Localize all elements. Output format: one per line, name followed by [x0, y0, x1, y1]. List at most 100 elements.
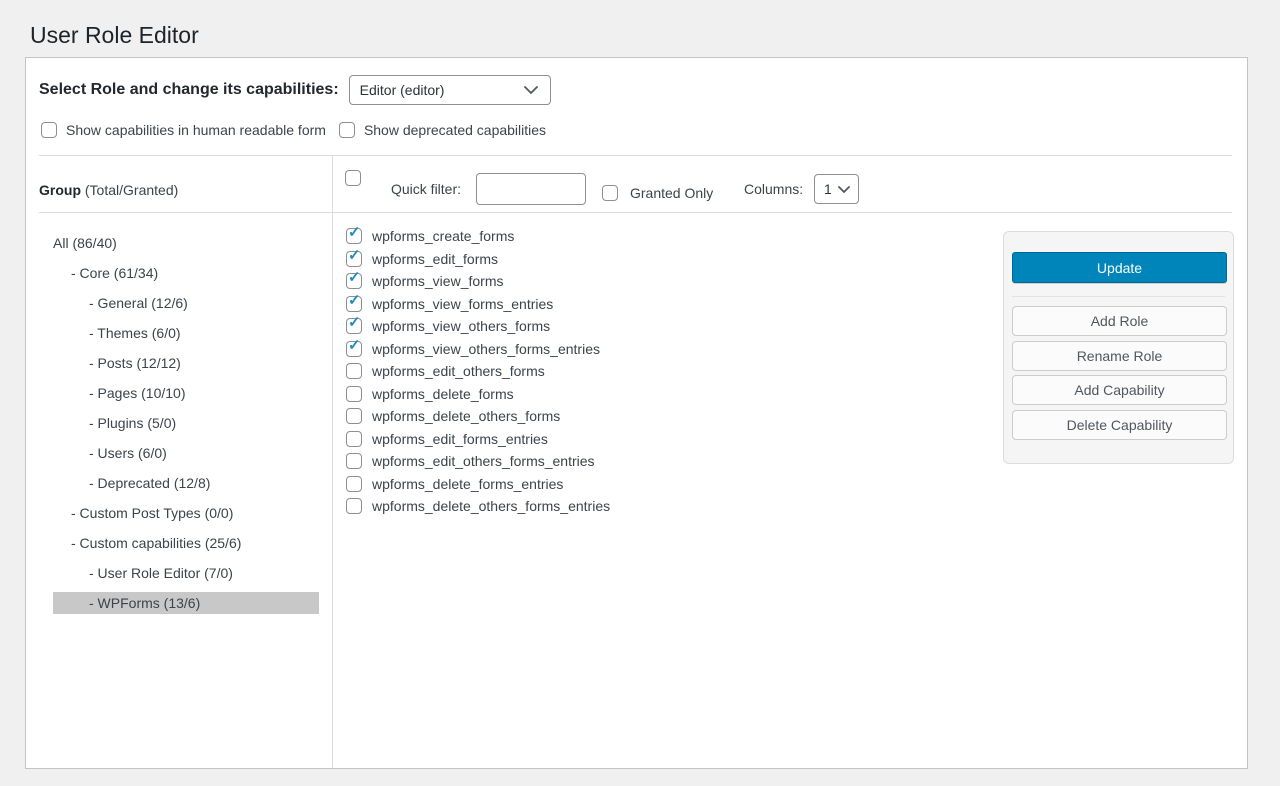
capability-row: wpforms_edit_others_forms [346, 360, 610, 383]
group-tree-item-label: - General (12/6) [89, 295, 188, 311]
show-deprecated-label: Show deprecated capabilities [364, 122, 546, 138]
human-readable-label: Show capabilities in human readable form [66, 122, 326, 138]
group-tree-item-label: All (86/40) [53, 235, 117, 251]
group-tree-item-label: - Users (6/0) [89, 445, 167, 461]
group-tree-item[interactable]: - Core (61/34) [53, 258, 319, 288]
group-tree-item-label: - Custom capabilities (25/6) [71, 535, 241, 551]
capability-label: wpforms_edit_others_forms [372, 363, 545, 379]
main-panel: Select Role and change its capabilities:… [25, 57, 1248, 769]
display-options-row: Show capabilities in human readable form… [41, 122, 559, 138]
group-tree-item[interactable]: - Pages (10/10) [53, 378, 319, 408]
capability-row: wpforms_view_forms [346, 270, 610, 293]
group-tree-item-label: - Core (61/34) [71, 265, 158, 281]
group-tree-item[interactable]: - Themes (6/0) [53, 318, 319, 348]
capability-row: wpforms_delete_forms_entries [346, 473, 610, 496]
group-tree-item[interactable]: - General (12/6) [53, 288, 319, 318]
columns-select-value: 1 [824, 181, 832, 197]
quick-filter-input[interactable] [476, 173, 586, 205]
role-selector-label: Select Role and change its capabilities: [39, 81, 339, 99]
capability-row: wpforms_delete_forms [346, 383, 610, 406]
capability-checkbox[interactable] [346, 431, 362, 447]
capability-checkbox[interactable] [346, 363, 362, 379]
group-tree-item-label: - User Role Editor (7/0) [89, 565, 233, 581]
capability-label: wpforms_edit_forms [372, 251, 498, 267]
capability-checkbox[interactable] [346, 386, 362, 402]
capability-row: wpforms_edit_forms_entries [346, 428, 610, 451]
granted-only-label: Granted Only [630, 185, 713, 201]
human-readable-checkbox[interactable] [41, 122, 57, 138]
rename-role-button[interactable]: Rename Role [1012, 341, 1227, 371]
group-header: Group (Total/Granted) [39, 182, 178, 198]
update-button[interactable]: Update [1012, 252, 1227, 283]
capability-row: wpforms_edit_others_forms_entries [346, 450, 610, 473]
granted-only-checkbox[interactable] [602, 185, 618, 201]
capability-checkbox[interactable] [346, 476, 362, 492]
capability-checkbox[interactable] [346, 251, 362, 267]
capability-label: wpforms_edit_others_forms_entries [372, 453, 595, 469]
actions-panel: Update Add Role Rename Role Add Capability… [1003, 231, 1234, 464]
add-role-button[interactable]: Add Role [1012, 306, 1227, 336]
group-tree-item[interactable]: - User Role Editor (7/0) [53, 558, 319, 588]
capability-label: wpforms_delete_others_forms [372, 408, 560, 424]
columns-select[interactable]: 1 [814, 174, 859, 204]
capability-row: wpforms_view_others_forms [346, 315, 610, 338]
capability-checkbox[interactable] [346, 273, 362, 289]
role-select[interactable]: Editor (editor) [349, 75, 551, 105]
group-tree-item[interactable]: - Custom capabilities (25/6) [53, 528, 319, 558]
group-tree-item[interactable]: - Plugins (5/0) [53, 408, 319, 438]
delete-capability-button[interactable]: Delete Capability [1012, 410, 1227, 440]
capability-label: wpforms_delete_others_forms_entries [372, 498, 610, 514]
group-tree-item-label: - Pages (10/10) [89, 385, 186, 401]
group-tree-item[interactable]: - WPForms (13/6) [53, 588, 319, 618]
chevron-down-icon [524, 86, 538, 94]
group-tree-item-label: - Themes (6/0) [89, 325, 181, 341]
capability-row: wpforms_create_forms [346, 225, 610, 248]
divider [39, 155, 1232, 156]
capability-label: wpforms_view_forms_entries [372, 296, 553, 312]
columns-label: Columns: [744, 181, 803, 197]
group-header-bold: Group [39, 182, 81, 198]
add-capability-button[interactable]: Add Capability [1012, 375, 1227, 405]
option-human-readable: Show capabilities in human readable form [41, 122, 326, 138]
capability-row: wpforms_delete_others_forms [346, 405, 610, 428]
capability-checkbox[interactable] [346, 498, 362, 514]
capability-row: wpforms_view_forms_entries [346, 293, 610, 316]
chevron-down-icon [838, 186, 850, 193]
select-all-checkbox[interactable] [345, 170, 361, 186]
group-tree: All (86/40) - Core (61/34) - General (12… [26, 212, 332, 618]
divider [1012, 296, 1225, 297]
group-tree-item[interactable]: - Deprecated (12/8) [53, 468, 319, 498]
group-tree-item[interactable]: - Users (6/0) [53, 438, 319, 468]
capability-checkbox[interactable] [346, 296, 362, 312]
capability-checkbox[interactable] [346, 341, 362, 357]
capability-row: wpforms_edit_forms [346, 248, 610, 271]
capability-checkbox[interactable] [346, 453, 362, 469]
capability-checkbox[interactable] [346, 408, 362, 424]
capability-row: wpforms_view_others_forms_entries [346, 338, 610, 361]
group-tree-item-label: - Posts (12/12) [89, 355, 181, 371]
group-tree-item[interactable]: - Custom Post Types (0/0) [53, 498, 319, 528]
capability-label: wpforms_create_forms [372, 228, 514, 244]
capability-label: wpforms_delete_forms_entries [372, 476, 563, 492]
group-tree-item-label: - Custom Post Types (0/0) [71, 505, 233, 521]
group-tree-item-label: - Deprecated (12/8) [89, 475, 210, 491]
capability-label: wpforms_edit_forms_entries [372, 431, 548, 447]
capability-label: wpforms_view_forms [372, 273, 503, 289]
group-tree-item-label: - WPForms (13/6) [89, 595, 200, 611]
group-tree-item-label: - Plugins (5/0) [89, 415, 176, 431]
capability-label: wpforms_view_others_forms [372, 318, 550, 334]
capability-checkbox[interactable] [346, 318, 362, 334]
capability-row: wpforms_delete_others_forms_entries [346, 495, 610, 518]
group-header-note: (Total/Granted) [81, 182, 178, 198]
capability-label: wpforms_delete_forms [372, 386, 514, 402]
page-title: User Role Editor [30, 20, 1280, 50]
show-deprecated-checkbox[interactable] [339, 122, 355, 138]
capability-checkbox[interactable] [346, 228, 362, 244]
role-selector-row: Select Role and change its capabilities:… [39, 74, 551, 106]
option-show-deprecated: Show deprecated capabilities [339, 122, 546, 138]
group-tree-item[interactable]: - Posts (12/12) [53, 348, 319, 378]
group-tree-item[interactable]: All (86/40) [53, 228, 319, 258]
quick-filter-label: Quick filter: [391, 181, 461, 197]
role-select-value: Editor (editor) [360, 82, 445, 98]
capabilities-list: wpforms_create_forms wpforms_edit_forms … [333, 212, 610, 518]
